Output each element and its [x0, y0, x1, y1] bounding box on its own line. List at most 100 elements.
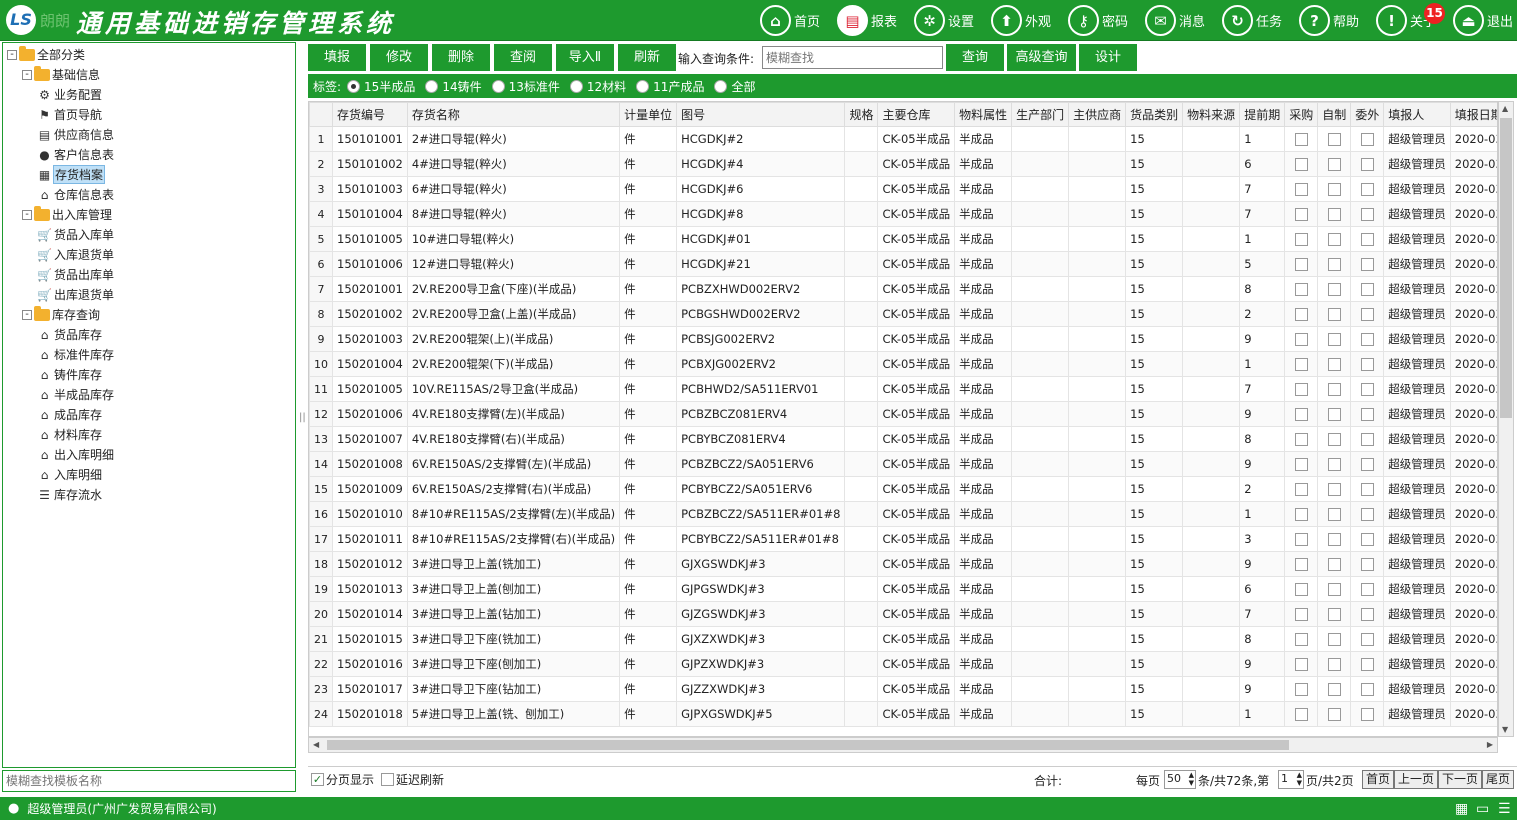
- tree-node-item[interactable]: ⌂ 出入库明细: [37, 445, 114, 464]
- row-checkbox[interactable]: [1360, 358, 1374, 371]
- column-header[interactable]: 自制: [1317, 102, 1352, 127]
- row-checkbox[interactable]: [1327, 658, 1341, 671]
- table-row[interactable]: 5 150101005 10#进口导辊(粹火) 件 HCGDKJ#01 CK-05半成品半…: [309, 226, 1497, 252]
- row-checkbox[interactable]: [1294, 408, 1308, 421]
- collapse-toggle[interactable]: -: [22, 69, 32, 80]
- table-row[interactable]: 2 150101002 4#进口导辊(粹火) 件 HCGDKJ#4 CK-05半成品 半成品…: [309, 151, 1497, 177]
- row-checkbox[interactable]: [1294, 508, 1308, 521]
- row-checkbox[interactable]: [1294, 183, 1308, 196]
- column-header[interactable]: 存货名称: [406, 102, 621, 127]
- row-checkbox[interactable]: [1327, 533, 1341, 546]
- row-checkbox[interactable]: [1294, 208, 1308, 221]
- header-button-report[interactable]: ▤ 报表: [837, 4, 897, 37]
- toolbar-button-3[interactable]: 查阅: [494, 44, 552, 71]
- query-button[interactable]: 查询: [946, 44, 1004, 71]
- design-button[interactable]: 设计: [1079, 44, 1137, 71]
- row-checkbox[interactable]: [1360, 633, 1374, 646]
- advanced-query-button[interactable]: 高级查询: [1007, 44, 1076, 71]
- row-checkbox[interactable]: [1294, 258, 1308, 271]
- row-checkbox[interactable]: [1294, 658, 1308, 671]
- header-button-logout[interactable]: ⏏ 退出: [1453, 4, 1513, 37]
- table-row[interactable]: 18 150201012 3#进口导卫上盖(铣加工) 件 GJXGSWDKJ#3 CK-0…: [309, 551, 1497, 577]
- tree-node-item[interactable]: ⌂ 半成品库存: [37, 385, 114, 404]
- column-header[interactable]: 委外: [1350, 102, 1385, 127]
- per-page-stepper[interactable]: 50 ▲ ▼: [1164, 770, 1196, 789]
- toolbar-button-5[interactable]: 刷新: [618, 44, 676, 71]
- page-stepper[interactable]: 1 ▲ ▼: [1278, 770, 1304, 789]
- row-checkbox[interactable]: [1327, 283, 1341, 296]
- table-row[interactable]: 12 150201006 4V.RE180支撑臂(左)(半成品) 件 PCBZBCZ08…: [309, 401, 1497, 427]
- row-checkbox[interactable]: [1360, 383, 1374, 396]
- column-header[interactable]: 填报人: [1383, 102, 1451, 127]
- row-checkbox[interactable]: [1360, 258, 1374, 271]
- tree-node-item[interactable]: 🛒 货品出库单: [37, 265, 114, 284]
- row-checkbox[interactable]: [1360, 233, 1374, 246]
- header-button-task[interactable]: ↻ 任务: [1222, 4, 1282, 37]
- row-checkbox[interactable]: [1294, 533, 1308, 546]
- column-header[interactable]: 存货编号: [332, 102, 408, 127]
- radio-circle[interactable]: [569, 79, 583, 93]
- grid-view-icon[interactable]: ▦: [1455, 801, 1468, 817]
- collapse-toggle[interactable]: -: [22, 209, 32, 220]
- tree-node-folder[interactable]: - 出入库管理: [22, 205, 112, 224]
- row-checkbox[interactable]: [1294, 433, 1308, 446]
- radio-circle[interactable]: [425, 79, 439, 93]
- tree-node-item[interactable]: ● 客户信息表: [37, 145, 114, 164]
- tree-node-item[interactable]: ⌂ 入库明细: [37, 465, 102, 484]
- row-checkbox[interactable]: [1327, 483, 1341, 496]
- row-checkbox[interactable]: [1360, 283, 1374, 296]
- row-checkbox[interactable]: [1294, 483, 1308, 496]
- tag-radio-1[interactable]: 14铸件: [425, 78, 482, 95]
- tag-radio-5[interactable]: 全部: [714, 78, 755, 95]
- table-row[interactable]: 17 150201011 8#10#RE115AS/2支撑臂(右)(半成品) 件 PCB…: [309, 526, 1497, 552]
- delay-refresh-toggle[interactable]: 延迟刷新: [381, 771, 444, 788]
- row-checkbox[interactable]: [1327, 333, 1341, 346]
- row-checkbox[interactable]: [1294, 458, 1308, 471]
- row-checkbox[interactable]: [1294, 308, 1308, 321]
- table-row[interactable]: 9 150201003 2V.RE200辊架(上)(半成品) 件 PCBSJG002ER…: [309, 326, 1497, 352]
- row-checkbox[interactable]: [1360, 683, 1374, 696]
- row-checkbox[interactable]: [1327, 558, 1341, 571]
- row-checkbox[interactable]: [1294, 233, 1308, 246]
- row-checkbox[interactable]: [1327, 208, 1341, 221]
- row-checkbox[interactable]: [1327, 258, 1341, 271]
- column-header[interactable]: 货品类别: [1125, 102, 1184, 127]
- toolbar-button-2[interactable]: 删除: [432, 44, 490, 71]
- menu-icon[interactable]: ☰: [1498, 801, 1511, 817]
- row-checkbox[interactable]: [1360, 183, 1374, 196]
- tag-radio-2[interactable]: 13标准件: [491, 78, 560, 95]
- table-row[interactable]: 22 150201016 3#进口导卫下座(刨加工) 件 GJPZXWDKJ#3 CK-0…: [309, 651, 1497, 677]
- table-row[interactable]: 19 150201013 3#进口导卫上盖(刨加工) 件 GJPGSWDKJ#3 CK-0…: [309, 576, 1497, 602]
- row-checkbox[interactable]: [1360, 533, 1374, 546]
- tree-node-item[interactable]: ☰ 库存流水: [37, 485, 102, 504]
- collapse-toggle[interactable]: -: [7, 49, 17, 60]
- tree-node-item[interactable]: ⌂ 铸件库存: [37, 365, 102, 384]
- paginate-checkbox[interactable]: ✓: [311, 773, 324, 786]
- tree-node-item[interactable]: ⌂ 货品库存: [37, 325, 102, 344]
- header-button-mail[interactable]: ✉ 消息: [1145, 4, 1205, 37]
- column-header[interactable]: 填报日期: [1449, 102, 1497, 127]
- row-checkbox[interactable]: [1327, 358, 1341, 371]
- delay-refresh-checkbox[interactable]: [381, 773, 394, 786]
- header-button-shirt[interactable]: ⬆ 外观: [991, 4, 1051, 37]
- row-checkbox[interactable]: [1327, 608, 1341, 621]
- prev-page-button[interactable]: 上一页: [1394, 770, 1439, 789]
- radio-circle[interactable]: [714, 79, 728, 93]
- row-checkbox[interactable]: [1360, 433, 1374, 446]
- first-page-button[interactable]: 首页: [1362, 770, 1395, 789]
- column-header[interactable]: 计量单位: [619, 102, 678, 127]
- row-checkbox[interactable]: [1294, 383, 1308, 396]
- row-checkbox[interactable]: [1360, 308, 1374, 321]
- table-row[interactable]: 8 150201002 2V.RE200导卫盒(上盖)(半成品) 件 PCBGSHWD0…: [309, 301, 1497, 327]
- row-checkbox[interactable]: [1294, 158, 1308, 171]
- toolbar-button-1[interactable]: 修改: [370, 44, 428, 71]
- last-page-button[interactable]: 尾页: [1482, 770, 1515, 789]
- tree-node-item[interactable]: ▦ 存货档案: [37, 165, 106, 184]
- row-checkbox[interactable]: [1327, 508, 1341, 521]
- tree-node-item[interactable]: ⌂ 材料库存: [37, 425, 102, 444]
- row-checkbox[interactable]: [1294, 633, 1308, 646]
- row-checkbox[interactable]: [1327, 308, 1341, 321]
- tag-radio-0[interactable]: 15半成品: [347, 78, 415, 95]
- row-checkbox[interactable]: [1327, 183, 1341, 196]
- horizontal-scrollbar[interactable]: ◀ ▶: [308, 737, 1498, 753]
